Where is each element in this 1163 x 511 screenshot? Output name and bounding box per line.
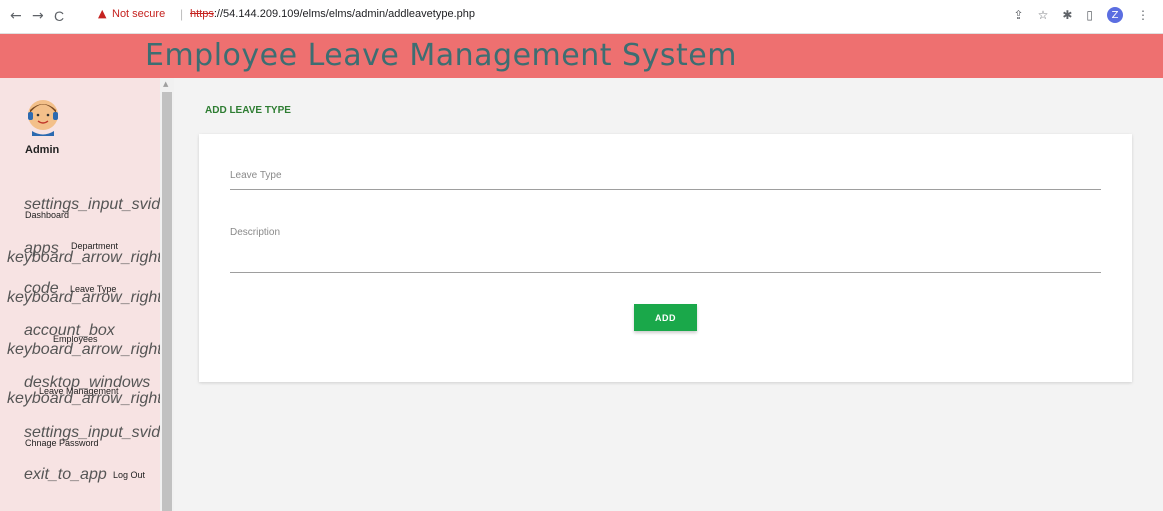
extensions-puzzle-icon[interactable]: ✱: [1062, 8, 1072, 22]
url-separator: |: [180, 7, 184, 21]
menu-kebab-icon[interactable]: ⋮: [1137, 8, 1149, 22]
reload-icon[interactable]: C: [54, 8, 64, 24]
share-icon[interactable]: ⇪: [1014, 8, 1024, 22]
sidebar-item-leave-type[interactable]: code Leave Type keyboard_arrow_right: [0, 280, 162, 312]
leave-type-underline: [230, 189, 1101, 190]
browser-actions: ⇪ ☆ ✱ ▯ Z ⋮: [1014, 7, 1149, 23]
not-secure-label[interactable]: Not secure: [112, 8, 165, 20]
profile-avatar[interactable]: Z: [1107, 7, 1123, 23]
scroll-up-arrow-icon[interactable]: ▲: [163, 80, 168, 88]
browser-toolbar: ← → C ▲ Not secure | https://54.144.209.…: [0, 0, 1163, 34]
url-path: ://54.144.209.109/elms/elms/admin/addlea…: [213, 8, 475, 20]
url-scheme: https: [190, 8, 214, 20]
keyboard-arrow-right-icon: keyboard_arrow_right: [7, 341, 162, 358]
sidebar-item-leave-management[interactable]: desktop_windows Leave Management keyboar…: [0, 374, 162, 410]
bookmark-star-icon[interactable]: ☆: [1038, 8, 1049, 22]
page-title: ADD LEAVE TYPE: [205, 105, 291, 116]
warning-icon: ▲: [98, 7, 107, 20]
sidebar-item-logout[interactable]: exit_to_app Log Out: [0, 466, 160, 490]
leave-type-input[interactable]: [230, 167, 1101, 189]
app-title: Employee Leave Management System: [145, 38, 737, 73]
sidebar-item-label: Chnage Password: [25, 438, 99, 448]
app-header: Employee Leave Management System: [0, 34, 1163, 78]
exit-to-app-icon: exit_to_app: [24, 466, 107, 483]
sidebar-item-employees[interactable]: account_box Employees keyboard_arrow_rig…: [0, 322, 162, 358]
description-label: Description: [230, 227, 281, 238]
add-button[interactable]: ADD: [634, 304, 697, 331]
side-panel-icon[interactable]: ▯: [1086, 8, 1093, 22]
keyboard-arrow-right-icon: keyboard_arrow_right: [7, 289, 162, 306]
admin-name: Admin: [25, 144, 60, 156]
description-underline: [230, 272, 1101, 273]
admin-avatar-icon: [28, 100, 58, 136]
back-icon[interactable]: ←: [10, 8, 22, 24]
sidebar-scrollbar[interactable]: ▲: [160, 78, 174, 511]
sidebar-item-dashboard[interactable]: settings_input_svideo Dashboard: [0, 196, 174, 232]
forward-icon[interactable]: →: [32, 8, 44, 24]
sidebar-item-change-password[interactable]: settings_input_svideo Chnage Password: [0, 424, 174, 454]
sidebar-item-label: Log Out: [113, 470, 146, 480]
add-leave-type-form: Leave Type Description ADD: [199, 134, 1132, 382]
address-bar[interactable]: https://54.144.209.109/elms/elms/admin/a…: [190, 8, 475, 20]
description-input[interactable]: [230, 247, 1101, 269]
sidebar: Admin settings_input_svideo Dashboard ap…: [0, 78, 174, 511]
sidebar-item-department[interactable]: apps Department keyboard_arrow_right: [0, 240, 162, 272]
sidebar-item-label: Dashboard: [25, 210, 70, 220]
keyboard-arrow-right-icon: keyboard_arrow_right: [7, 249, 162, 266]
scrollbar-thumb[interactable]: [162, 92, 172, 511]
keyboard-arrow-right-icon: keyboard_arrow_right: [7, 390, 162, 407]
